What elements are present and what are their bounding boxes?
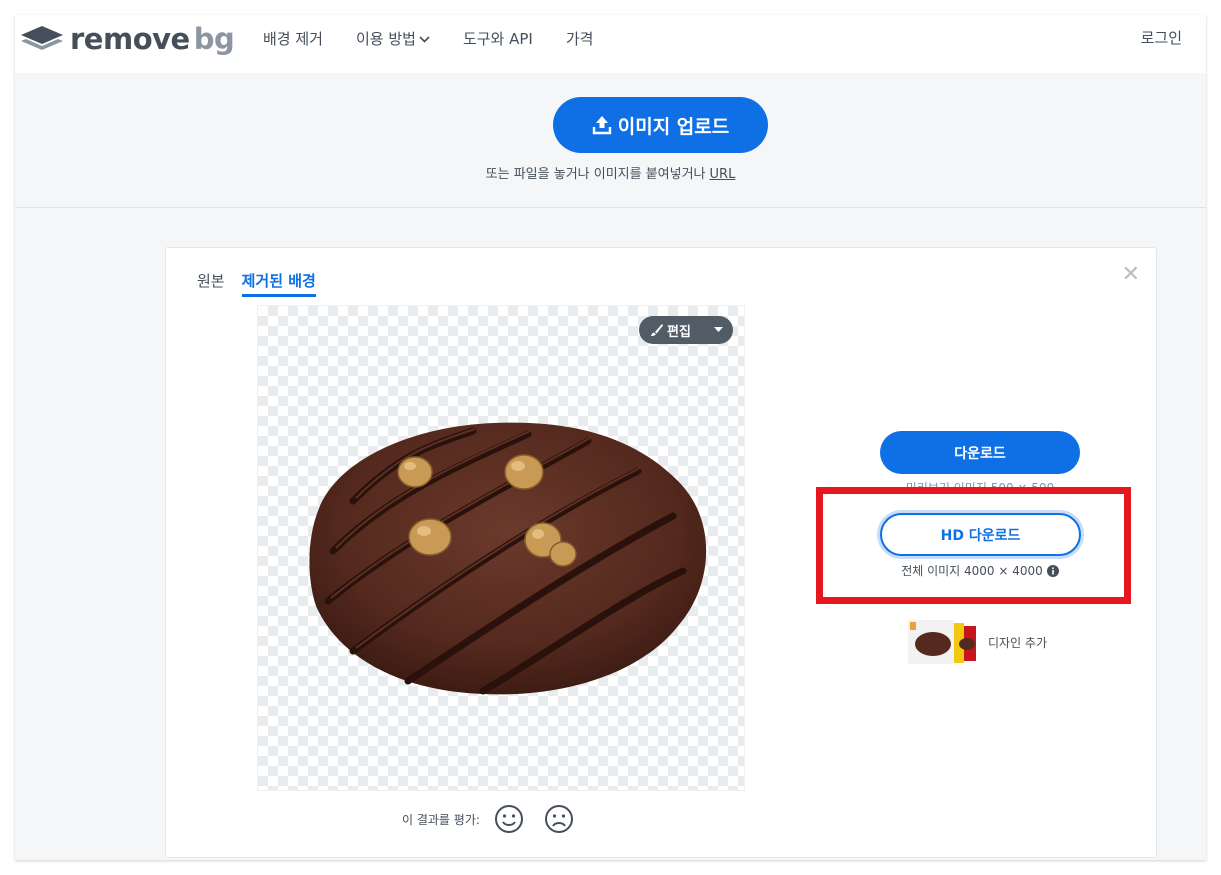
section-divider xyxy=(15,207,1206,208)
logo-word-remove: remove xyxy=(70,22,190,56)
close-icon[interactable]: ✕ xyxy=(1122,262,1140,287)
login-link[interactable]: 로그인 xyxy=(1141,27,1182,48)
caret-down-icon[interactable] xyxy=(714,327,723,333)
highlight-box xyxy=(816,487,1131,604)
page: remove bg 배경 제거 이용 방법 도구와 API 가격 로그인 이미지 … xyxy=(15,15,1206,860)
layers-logo-icon xyxy=(21,26,63,50)
tab-original[interactable]: 원본 xyxy=(197,270,225,297)
nav-label: 배경 제거 xyxy=(263,29,323,48)
nav-label: 이용 방법 xyxy=(355,29,416,48)
smile-icon[interactable] xyxy=(494,804,524,834)
frown-icon[interactable] xyxy=(544,804,574,834)
upload-image-button[interactable]: 이미지 업로드 xyxy=(553,97,768,153)
brush-icon xyxy=(650,323,664,337)
nav-remove-background[interactable]: 배경 제거 xyxy=(263,28,323,49)
download-button[interactable]: 다운로드 xyxy=(880,431,1080,474)
edit-label: 편집 xyxy=(667,324,691,340)
drop-hint: 또는 파일을 놓거나 이미지를 붙여넣거나 URL xyxy=(15,163,1206,182)
rate-label: 이 결과를 평가: xyxy=(402,812,480,827)
result-card: 원본 제거된 배경 ✕ 편집 이 결과를 평가: 다운로드 미리보기 이미지 5… xyxy=(165,247,1157,858)
nav-label: 도구와 API xyxy=(462,29,533,48)
cookie-image xyxy=(309,422,707,695)
result-tabs: 원본 제거된 배경 xyxy=(197,270,333,297)
edit-button[interactable]: 편집 xyxy=(639,316,733,344)
tab-removed-background[interactable]: 제거된 배경 xyxy=(241,270,316,297)
nav-pricing[interactable]: 가격 xyxy=(566,28,594,49)
top-navbar: remove bg 배경 제거 이용 방법 도구와 API 가격 로그인 xyxy=(15,15,1206,73)
main-nav: 배경 제거 이용 방법 도구와 API 가격 xyxy=(263,27,626,49)
nav-tools-api[interactable]: 도구와 API xyxy=(463,28,533,49)
add-design-button[interactable]: 디자인 추가 xyxy=(908,620,1047,664)
result-preview: 편집 xyxy=(258,306,744,790)
nav-how-to-use[interactable]: 이용 방법 xyxy=(356,28,430,49)
url-link[interactable]: URL xyxy=(710,167,736,182)
drop-hint-text: 또는 파일을 놓거나 이미지를 붙여넣거나 xyxy=(485,167,706,182)
upload-icon xyxy=(592,115,612,135)
design-thumbnail xyxy=(908,620,978,664)
nav-label: 가격 xyxy=(565,29,594,48)
logo[interactable]: remove bg xyxy=(20,22,235,56)
chevron-down-icon xyxy=(419,29,430,47)
upload-button-label: 이미지 업로드 xyxy=(617,115,730,138)
design-label: 디자인 추가 xyxy=(988,635,1048,650)
logo-wordmark: remove bg xyxy=(70,22,235,56)
logo-word-bg: bg xyxy=(193,22,235,56)
rate-result: 이 결과를 평가: xyxy=(402,804,594,834)
